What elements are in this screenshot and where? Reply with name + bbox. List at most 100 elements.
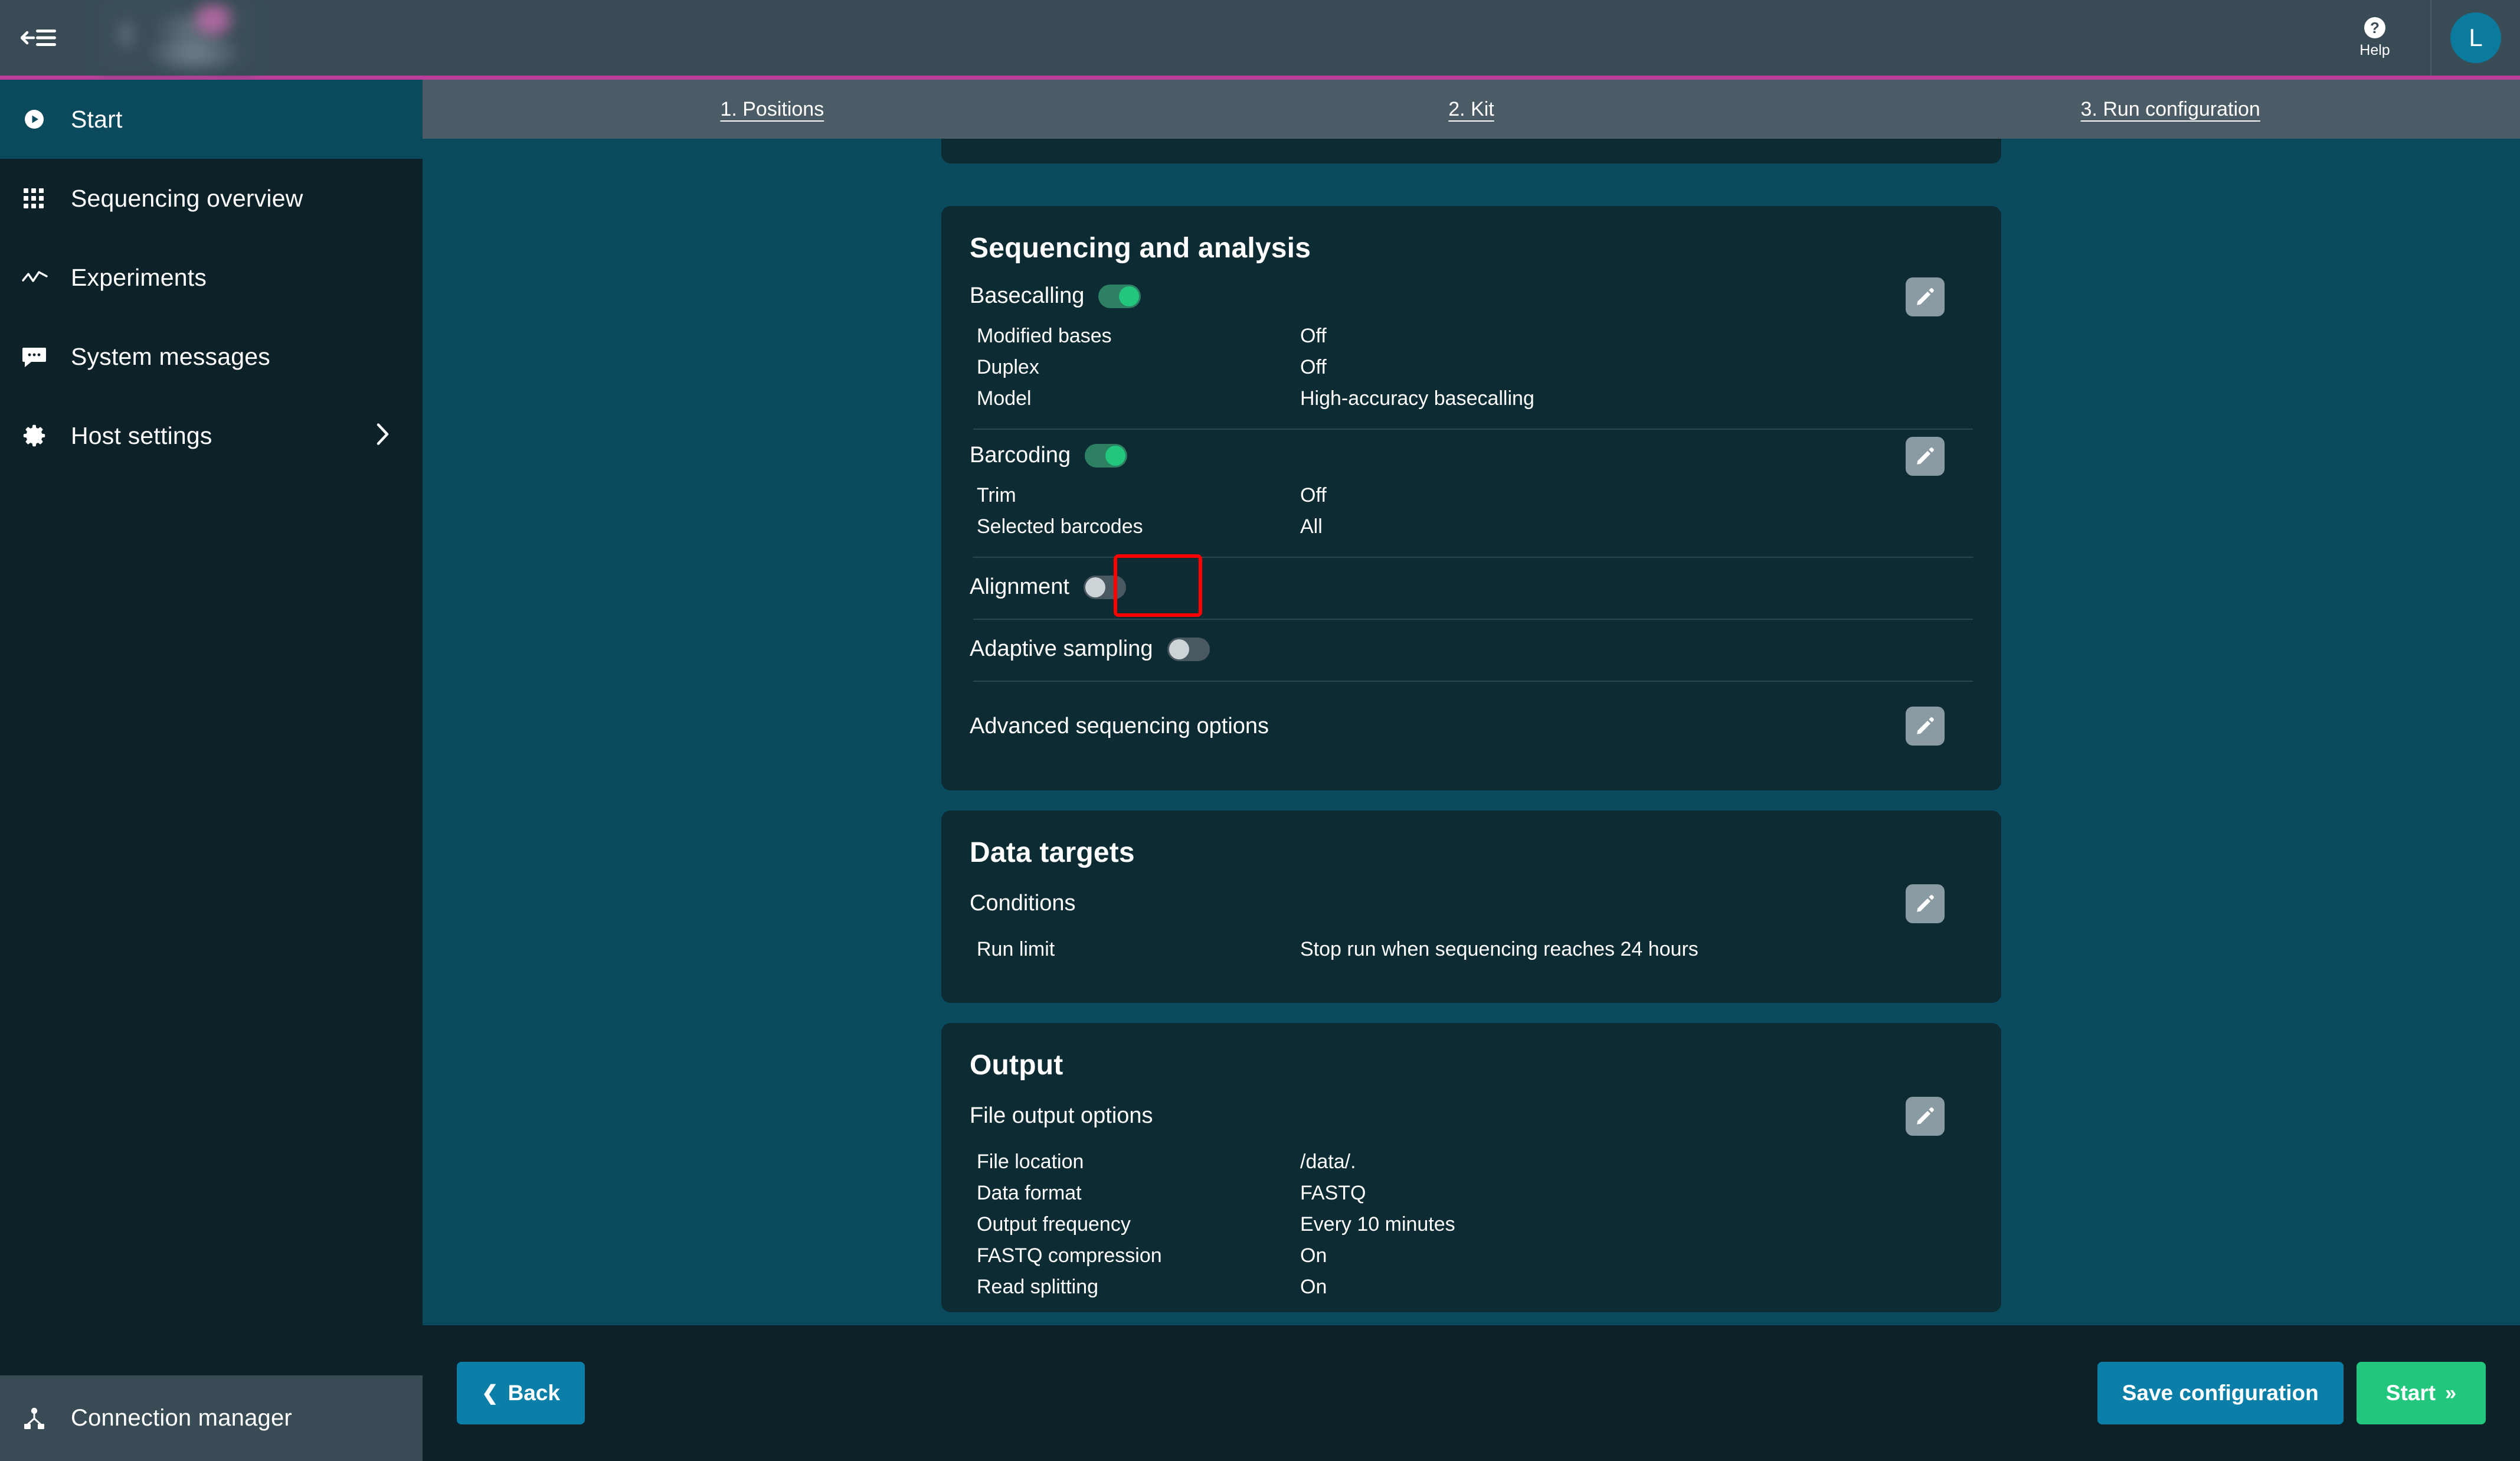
row-file-output-options: File output options [970, 1087, 1973, 1144]
brand-logo [98, 2, 254, 72]
table-row: Output frequency Every 10 minutes [970, 1209, 1973, 1240]
row-key: File location [977, 1151, 1084, 1173]
card-data-targets: Data targets Conditions Run limit Stop r… [941, 810, 2001, 1003]
table-row: Model High-accuracy basecalling [970, 383, 1973, 414]
save-configuration-label: Save configuration [2122, 1381, 2319, 1405]
barcoding-details: Trim Off Selected barcodes All [970, 478, 1973, 552]
alignment-toggle[interactable] [1083, 575, 1126, 599]
row-basecalling: Basecalling [970, 270, 1973, 318]
tab-positions[interactable]: 1. Positions [423, 80, 1122, 139]
row-key: Duplex [977, 356, 1039, 378]
edit-file-output-options-button[interactable] [1906, 1097, 1945, 1136]
row-key: Read splitting [977, 1276, 1099, 1298]
card-clipped-above [941, 139, 2001, 164]
user-avatar-button[interactable]: L [2431, 0, 2520, 76]
basecalling-details: Modified bases Off Duplex Off Model High… [970, 318, 1973, 424]
sidebar-item-label: Host settings [71, 421, 212, 449]
sidebar-item-label: System messages [71, 342, 270, 370]
back-button[interactable]: ❮ Back [457, 1362, 585, 1424]
table-row: FASTQ compression On [970, 1240, 1973, 1272]
row-adaptive-sampling: Adaptive sampling [970, 620, 1973, 676]
table-row: Selected barcodes All [970, 511, 1973, 542]
row-key: Model [977, 387, 1032, 410]
basecalling-label: Basecalling [970, 283, 1085, 308]
table-row: Trim Off [970, 480, 1973, 511]
conditions-label: Conditions [970, 890, 1076, 916]
sidebar-nav: Start Sequencing overview Experiments Sy… [0, 80, 423, 1375]
chevron-right-icon [375, 422, 391, 450]
gear-icon [21, 423, 71, 449]
row-value: Stop run when sequencing reaches 24 hour… [1300, 938, 1698, 960]
sidebar-item-host-settings[interactable]: Host settings [0, 396, 423, 475]
sidebar-footer-label: Connection manager [71, 1405, 292, 1431]
row-value: Off [1300, 356, 1327, 378]
output-details: File location /data/. Data format FASTQ … [970, 1144, 1973, 1312]
sidebar-header [0, 0, 423, 76]
collapse-sidebar-icon[interactable] [11, 9, 67, 66]
edit-basecalling-button[interactable] [1906, 277, 1945, 316]
sidebar-item-label: Sequencing overview [71, 184, 303, 212]
row-value: FASTQ [1300, 1182, 1366, 1204]
app-root: Start Sequencing overview Experiments Sy… [0, 0, 2520, 1461]
adaptive-sampling-label: Adaptive sampling [970, 636, 1153, 661]
play-circle-icon [21, 106, 71, 132]
row-key: Data format [977, 1182, 1082, 1204]
start-button[interactable]: Start » [2356, 1362, 2486, 1424]
basecalling-toggle[interactable] [1098, 284, 1141, 308]
row-key: Trim [977, 484, 1016, 506]
row-value: /data/. [1300, 1151, 1356, 1173]
row-key: Output frequency [977, 1213, 1131, 1236]
sidebar-item-sequencing-overview[interactable]: Sequencing overview [0, 159, 423, 238]
card-output: Output File output options File location… [941, 1023, 2001, 1312]
table-row: Duplex Off [970, 352, 1973, 383]
row-key: Modified bases [977, 325, 1112, 347]
card-title: Sequencing and analysis [970, 233, 1311, 264]
row-value: All [1300, 515, 1323, 538]
row-value: Every 10 minutes [1300, 1213, 1455, 1236]
line-chart-icon [21, 269, 71, 286]
row-value: Off [1300, 484, 1327, 506]
tab-run-configuration[interactable]: 3. Run configuration [1821, 80, 2520, 139]
help-button[interactable]: ? Help [2319, 0, 2431, 76]
barcoding-toggle[interactable] [1085, 443, 1128, 468]
wizard-tab-bar: 1. Positions 2. Kit 3. Run configuration [423, 80, 2520, 139]
alignment-toggle-highlight [1114, 554, 1202, 617]
edit-advanced-sequencing-options-button[interactable] [1906, 707, 1945, 746]
edit-barcoding-button[interactable] [1906, 437, 1945, 476]
tab-label: 1. Positions [720, 97, 824, 120]
alignment-label: Alignment [970, 574, 1069, 599]
tab-label: 2. Kit [1448, 97, 1494, 120]
edit-conditions-button[interactable] [1906, 884, 1945, 923]
sidebar-item-start[interactable]: Start [0, 80, 423, 159]
start-button-label: Start [2385, 1381, 2436, 1405]
advanced-sequencing-options-label: Advanced sequencing options [970, 713, 1269, 738]
file-output-options-label: File output options [970, 1103, 1153, 1128]
row-key: FASTQ compression [977, 1244, 1162, 1267]
question-mark-circle-icon: ? [2364, 17, 2385, 38]
row-key: Run limit [977, 938, 1055, 960]
row-value: On [1300, 1244, 1327, 1267]
speech-bubble-icon [21, 345, 71, 368]
adaptive-sampling-toggle[interactable] [1167, 637, 1210, 661]
data-targets-details: Run limit Stop run when sequencing reach… [970, 931, 1973, 1003]
chevron-left-icon: ❮ [482, 1382, 499, 1404]
sidebar-item-experiments[interactable]: Experiments [0, 238, 423, 317]
tab-kit[interactable]: 2. Kit [1122, 80, 1821, 139]
sidebar-item-connection-manager[interactable]: Connection manager [0, 1375, 423, 1461]
topbar-accent-bar [423, 76, 2520, 80]
double-chevron-right-icon: » [2445, 1382, 2456, 1404]
sidebar-item-system-messages[interactable]: System messages [0, 317, 423, 396]
avatar: L [2450, 12, 2501, 63]
sidebar: Start Sequencing overview Experiments Sy… [0, 0, 423, 1461]
row-value: High-accuracy basecalling [1300, 387, 1534, 410]
row-barcoding: Barcoding [970, 430, 1973, 478]
row-alignment: Alignment [970, 554, 1973, 617]
wizard-action-bar: ❮ Back Save configuration Start » [423, 1325, 2520, 1461]
row-key: Selected barcodes [977, 515, 1143, 538]
row-advanced-sequencing-options: Advanced sequencing options [970, 682, 1973, 770]
table-row: Read splitting On [970, 1272, 1973, 1303]
run-configuration-scroll-area[interactable]: Sequencing and analysis Basecalling Modi… [423, 139, 2520, 1325]
table-row: Modified bases Off [970, 321, 1973, 352]
network-node-icon [21, 1406, 71, 1431]
save-configuration-button[interactable]: Save configuration [2097, 1362, 2344, 1424]
